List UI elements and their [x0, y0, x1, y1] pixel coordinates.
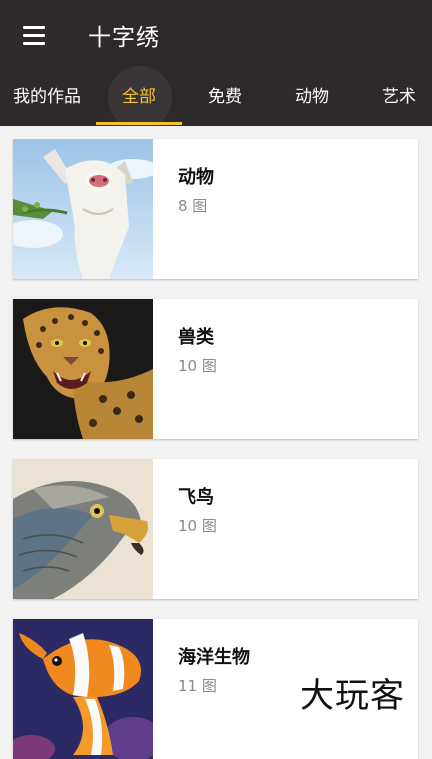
tab-free[interactable]: 免费 [190, 70, 260, 126]
category-card-animals[interactable]: 动物 8 图 [13, 139, 418, 279]
category-card-beasts[interactable]: 兽类 10 图 [13, 299, 418, 439]
category-name: 飞鸟 [178, 487, 214, 508]
category-count: 10 图 [178, 517, 217, 535]
app-bar: 十字绣 [0, 0, 432, 70]
category-count: 10 图 [178, 357, 217, 375]
active-tab-indicator [96, 122, 182, 125]
clownfish-thumbnail [13, 619, 153, 759]
tab-animals[interactable]: 动物 [277, 70, 347, 126]
tab-all[interactable]: 全部 [96, 70, 182, 126]
category-count: 11 图 [178, 677, 217, 695]
category-tabs: 我的作品 全部 免费 动物 艺术 [0, 66, 432, 130]
category-name: 动物 [178, 167, 214, 188]
tab-art[interactable]: 艺术 [368, 70, 430, 126]
category-name: 海洋生物 [178, 647, 250, 668]
category-card-birds[interactable]: 飞鸟 10 图 [13, 459, 418, 599]
category-count: 8 图 [178, 197, 208, 215]
hamburger-menu-icon[interactable] [12, 15, 56, 55]
leopard-thumbnail [13, 299, 153, 439]
eagle-thumbnail [13, 459, 153, 599]
app-title: 十字绣 [88, 25, 160, 51]
tab-my-works[interactable]: 我的作品 [4, 70, 90, 126]
watermark-logo: 大玩客 [300, 676, 405, 716]
category-name: 兽类 [178, 327, 214, 348]
goat-thumbnail [13, 139, 153, 279]
